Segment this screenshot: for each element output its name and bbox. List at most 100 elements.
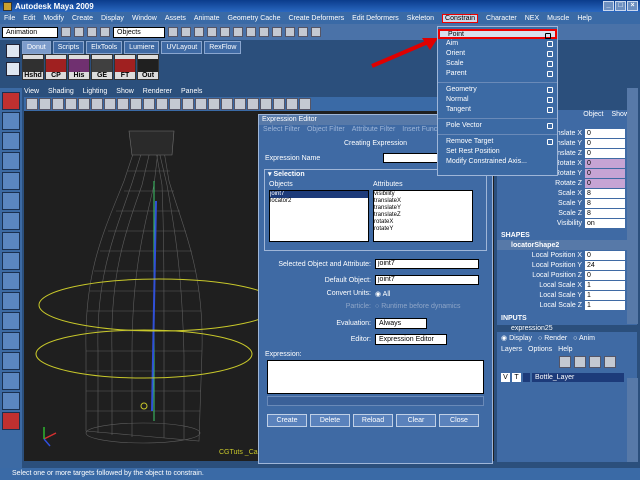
channel-value[interactable]: 0 (585, 158, 625, 168)
viewport-menu-view[interactable]: View (24, 88, 39, 97)
selection-mode-dropdown[interactable]: Objects (113, 26, 165, 38)
expr-menu-insert-func[interactable]: Insert Func (402, 125, 437, 135)
particle-runtime-radio[interactable]: ○ Runtime before dynamics (375, 303, 461, 310)
shelf-tab-lumiere[interactable]: Lumiere (124, 41, 160, 54)
selection-section-header[interactable]: Selection (273, 171, 304, 178)
viewport-menu-renderer[interactable]: Renderer (143, 88, 172, 97)
move-tool-icon[interactable] (2, 152, 20, 170)
layout-single-icon[interactable] (2, 292, 20, 310)
joint-tool-icon[interactable] (2, 252, 20, 270)
snap-view-plane-icon[interactable] (246, 27, 256, 37)
minimize-button[interactable]: _ (603, 1, 614, 11)
expression-scrollbar[interactable] (267, 396, 484, 406)
wireframe-icon[interactable] (169, 98, 181, 110)
channel-value[interactable]: 0 (585, 138, 625, 148)
channel-value[interactable]: 0 (585, 250, 625, 260)
channel-value[interactable]: 0 (585, 178, 625, 188)
channel-menu-object[interactable]: Object (583, 110, 603, 120)
layer-name[interactable]: Bottle_Layer (532, 373, 624, 382)
viewport-menu-show[interactable]: Show (116, 88, 134, 97)
select-camera-icon[interactable] (26, 98, 38, 110)
menu-edit-deformers[interactable]: Edit Deformers (352, 15, 399, 22)
menu-create-deformers[interactable]: Create Deformers (288, 15, 344, 22)
hierarchy-mode-icon[interactable] (168, 27, 178, 37)
channel-value[interactable]: on (585, 218, 625, 228)
channel-value[interactable]: 1 (585, 280, 625, 290)
field-chart-icon[interactable] (130, 98, 142, 110)
menu-character[interactable]: Character (486, 15, 517, 22)
option-box-icon[interactable] (547, 87, 553, 93)
clear-button[interactable]: Clear (396, 414, 436, 427)
snap-grid-icon[interactable] (207, 27, 217, 37)
option-box-icon[interactable] (547, 139, 553, 145)
channel-value[interactable]: 8 (585, 198, 625, 208)
menu-geometry-cache[interactable]: Geometry Cache (228, 15, 281, 22)
delete-button[interactable]: Delete (310, 414, 350, 427)
menu-item-normal[interactable]: Normal (438, 95, 557, 105)
shadows-icon[interactable] (234, 98, 246, 110)
shelf-menu-icon[interactable] (6, 44, 20, 58)
high-quality-icon[interactable] (286, 98, 298, 110)
option-box-icon[interactable] (547, 61, 553, 67)
list-item[interactable]: locator2 (270, 198, 368, 205)
expr-menu-select-filter[interactable]: Select Filter (263, 125, 300, 135)
shelf-tab-scripts[interactable]: Scripts (52, 41, 85, 54)
menu-nex[interactable]: NEX (525, 15, 539, 22)
open-scene-icon[interactable] (74, 27, 84, 37)
ambient-occlusion-icon[interactable] (299, 98, 311, 110)
layer-menu-layers[interactable]: Layers (501, 346, 522, 353)
menu-item-pole-vector[interactable]: Pole Vector (438, 121, 557, 131)
shelf-tab-uvlayout[interactable]: UVLayout (161, 41, 203, 54)
xray-icon[interactable] (247, 98, 259, 110)
isolate-select-icon[interactable] (273, 98, 285, 110)
smooth-shade-icon[interactable] (182, 98, 194, 110)
layout-outliner-icon[interactable] (2, 352, 20, 370)
menu-item-modify-constrained-axis[interactable]: Modify Constrained Axis... (438, 157, 557, 167)
selected-object-input[interactable]: joint7 (375, 259, 479, 269)
close-button[interactable]: × (627, 1, 638, 11)
resolution-gate-icon[interactable] (104, 98, 116, 110)
expr-menu-object-filter[interactable]: Object Filter (307, 125, 345, 135)
menu-skeleton[interactable]: Skeleton (407, 15, 434, 22)
layer-visibility-toggle[interactable]: V (501, 373, 510, 382)
menu-muscle[interactable]: Muscle (547, 15, 569, 22)
channel-box-toggle-icon[interactable] (599, 90, 611, 102)
component-mode-icon[interactable] (194, 27, 204, 37)
menu-item-set-rest-position[interactable]: Set Rest Position (438, 147, 557, 157)
rotate-tool-icon[interactable] (2, 172, 20, 190)
layout-side-icon[interactable] (2, 332, 20, 350)
option-box-icon[interactable] (547, 107, 553, 113)
last-tool-icon[interactable] (2, 232, 20, 250)
gate-mask-icon[interactable] (117, 98, 129, 110)
channel-value[interactable]: 24 (585, 260, 625, 270)
menu-constrain[interactable]: Constrain (442, 13, 479, 23)
maximize-button[interactable]: □ (615, 1, 626, 11)
list-item[interactable]: translateZ (374, 212, 472, 219)
menu-file[interactable]: File (4, 15, 15, 22)
option-box-icon[interactable] (547, 41, 553, 47)
expr-menu-attribute-filter[interactable]: Attribute Filter (352, 125, 396, 135)
shelf-button-ge[interactable]: GE (91, 54, 113, 80)
option-box-icon[interactable] (547, 51, 553, 57)
channel-value[interactable]: 0 (585, 148, 625, 158)
channel-value[interactable]: 0 (585, 270, 625, 280)
default-object-input[interactable]: joint7 (375, 275, 479, 285)
menu-item-point[interactable]: Point (438, 29, 557, 39)
menu-item-scale[interactable]: Scale (438, 59, 557, 69)
channel-value[interactable]: 8 (585, 188, 625, 198)
menu-assets[interactable]: Assets (165, 15, 186, 22)
shelf-button-hshd[interactable]: Hshd (22, 54, 44, 80)
layout-four-icon[interactable] (2, 312, 20, 330)
layer-mode-anim-radio[interactable]: ○ Anim (573, 335, 595, 342)
evaluation-dropdown[interactable]: Always (375, 317, 427, 329)
menu-item-remove-target[interactable]: Remove Target (438, 137, 557, 147)
film-gate-icon[interactable] (91, 98, 103, 110)
camera-attributes-icon[interactable] (39, 98, 51, 110)
new-layer-icon[interactable] (559, 356, 571, 368)
channel-box-scrollbar[interactable] (627, 88, 638, 324)
list-item[interactable]: translateY (374, 205, 472, 212)
menu-animate[interactable]: Animate (194, 15, 220, 22)
layer-mode-render-radio[interactable]: ○ Render (538, 335, 567, 342)
snap-curve-icon[interactable] (220, 27, 230, 37)
editor-dropdown[interactable]: Expression Editor (375, 333, 447, 345)
